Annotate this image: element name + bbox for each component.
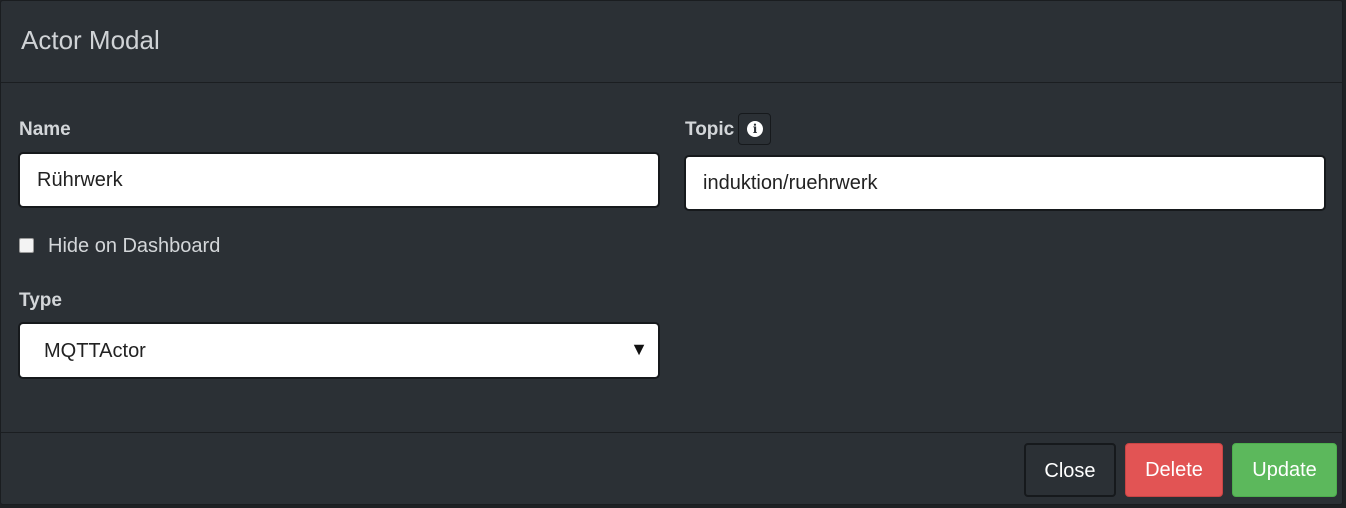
update-button[interactable]: Update (1232, 443, 1337, 497)
chevron-down-icon: ▼ (630, 339, 648, 359)
topic-label: Topic (685, 119, 735, 140)
hide-on-dashboard-checkbox[interactable] (19, 238, 34, 253)
type-select[interactable]: MQTTActor ▼ (18, 322, 660, 379)
modal-footer: Close Delete Update (1, 432, 1342, 504)
close-button[interactable]: Close (1024, 443, 1116, 497)
hide-on-dashboard-label: Hide on Dashboard (48, 235, 221, 257)
actor-modal: Actor Modal Name Topic i Hide on Dashboa… (0, 0, 1343, 505)
type-select-value: MQTTActor (44, 340, 146, 362)
modal-header: Actor Modal (1, 1, 1342, 83)
name-label: Name (19, 119, 71, 140)
modal-title: Actor Modal (21, 25, 160, 55)
delete-button[interactable]: Delete (1125, 443, 1223, 497)
name-input[interactable] (18, 152, 660, 208)
topic-input[interactable] (684, 155, 1326, 211)
type-label: Type (19, 290, 62, 311)
topic-info-button[interactable]: i (738, 113, 771, 145)
info-circle-icon: i (747, 121, 763, 137)
